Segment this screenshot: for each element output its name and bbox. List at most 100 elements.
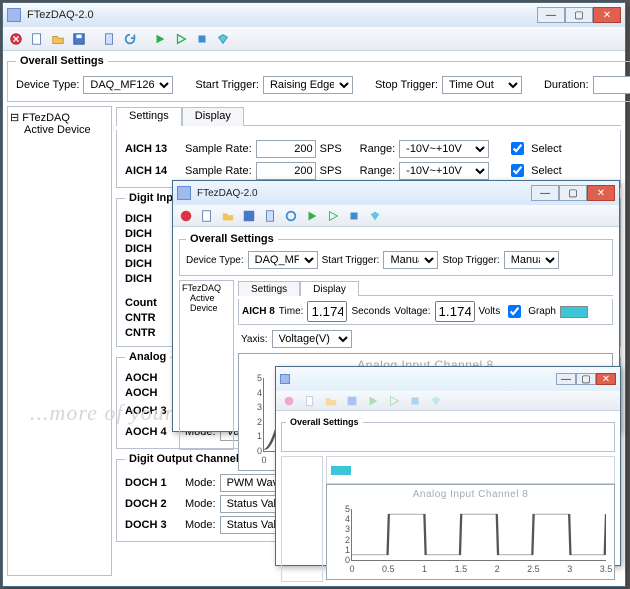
stop-trigger-select[interactable]: Time Out bbox=[442, 76, 522, 94]
tab-settings[interactable]: Settings bbox=[116, 107, 182, 126]
app-icon bbox=[177, 186, 191, 200]
device-tree[interactable]: FTezDAQ Active Device bbox=[179, 280, 234, 450]
color-swatch[interactable] bbox=[331, 466, 351, 475]
maximize-button[interactable]: ▢ bbox=[559, 185, 587, 201]
device-type-select[interactable]: DAQ_MF126 bbox=[248, 251, 318, 269]
toolbar bbox=[3, 27, 625, 51]
dich-row: DICH bbox=[125, 243, 152, 255]
stop-icon[interactable] bbox=[193, 30, 211, 48]
titlebar: — ▢ ✕ bbox=[276, 367, 620, 391]
close-button[interactable]: ✕ bbox=[587, 185, 615, 201]
open-icon[interactable] bbox=[49, 30, 67, 48]
doc-icon[interactable] bbox=[261, 207, 279, 225]
close-circle-icon[interactable] bbox=[7, 30, 25, 48]
device-type-label: Device Type: bbox=[16, 79, 79, 91]
sample-rate-input[interactable] bbox=[256, 162, 316, 180]
gem-icon[interactable] bbox=[214, 30, 232, 48]
refresh-icon[interactable] bbox=[282, 207, 300, 225]
start-trigger-select[interactable]: Manual bbox=[383, 251, 438, 269]
stop-trigger-select[interactable]: Manual bbox=[504, 251, 559, 269]
sps-unit: SPS bbox=[320, 165, 342, 177]
sample-rate-label: Sample Rate: bbox=[185, 143, 252, 155]
chart-square: Analog Input Channel 8 01234500.511.522.… bbox=[326, 484, 615, 580]
play-icon[interactable] bbox=[364, 392, 382, 410]
play-outline-icon[interactable] bbox=[324, 207, 342, 225]
tree-root[interactable]: ⊟ FTezDAQ bbox=[10, 111, 109, 124]
time-label: Time: bbox=[279, 306, 304, 317]
save-icon[interactable] bbox=[343, 392, 361, 410]
minimize-button[interactable]: — bbox=[531, 185, 559, 201]
yaxis-label: Yaxis: bbox=[241, 334, 268, 345]
save-icon[interactable] bbox=[240, 207, 258, 225]
device-tree[interactable]: ⊟ FTezDAQ Active Device bbox=[7, 106, 112, 576]
tab-display[interactable]: Display bbox=[182, 107, 244, 126]
time-unit: Seconds bbox=[351, 306, 390, 317]
close-button[interactable]: ✕ bbox=[596, 373, 616, 385]
aich-row-name: AICH 14 bbox=[125, 165, 181, 177]
sample-rate-input[interactable] bbox=[256, 140, 316, 158]
graph-checkbox[interactable] bbox=[508, 305, 521, 318]
minimize-button[interactable]: — bbox=[556, 373, 576, 385]
dich-row: DICH bbox=[125, 228, 152, 240]
gem-icon[interactable] bbox=[366, 207, 384, 225]
start-trigger-select[interactable]: Raising Edge bbox=[263, 76, 353, 94]
overall-legend: Overall Settings bbox=[186, 233, 278, 245]
cntr-row: CNTR bbox=[125, 327, 156, 339]
duration-input[interactable] bbox=[593, 76, 630, 94]
overall-settings-box: Overall Settings Device Type: DAQ_MF126 … bbox=[7, 55, 630, 102]
tab-display[interactable]: Display bbox=[300, 281, 359, 296]
stop-icon[interactable] bbox=[406, 392, 424, 410]
overall-legend: Overall Settings bbox=[286, 417, 363, 427]
device-tree[interactable] bbox=[281, 456, 323, 582]
open-icon[interactable] bbox=[219, 207, 237, 225]
graph-label: Graph bbox=[528, 306, 556, 317]
open-icon[interactable] bbox=[322, 392, 340, 410]
titlebar: FTezDAQ-2.0 — ▢ ✕ bbox=[3, 3, 625, 27]
stop-icon[interactable] bbox=[345, 207, 363, 225]
dich-row: DICH bbox=[125, 273, 152, 285]
doc-icon[interactable] bbox=[100, 30, 118, 48]
voltage-unit: Volts bbox=[479, 306, 501, 317]
voltage-input[interactable] bbox=[435, 301, 475, 322]
minimize-button[interactable]: — bbox=[537, 7, 565, 23]
maximize-button[interactable]: ▢ bbox=[565, 7, 593, 23]
window-title: FTezDAQ-2.0 bbox=[197, 188, 531, 199]
mode-label: Mode: bbox=[185, 519, 216, 531]
yaxis-select[interactable]: Voltage(V) bbox=[272, 330, 352, 348]
color-swatch[interactable] bbox=[560, 306, 588, 318]
play-outline-icon[interactable] bbox=[172, 30, 190, 48]
app-icon bbox=[280, 374, 290, 384]
play-icon[interactable] bbox=[303, 207, 321, 225]
range-label: Range: bbox=[360, 165, 395, 177]
toolbar bbox=[276, 391, 620, 411]
gem-icon[interactable] bbox=[427, 392, 445, 410]
range-select[interactable]: -10V~+10V bbox=[399, 140, 489, 158]
range-label: Range: bbox=[360, 143, 395, 155]
tab-settings[interactable]: Settings bbox=[238, 281, 300, 296]
refresh-icon[interactable] bbox=[121, 30, 139, 48]
duration-label: Duration: bbox=[544, 79, 589, 91]
tree-child[interactable]: Active Device bbox=[24, 124, 109, 136]
new-icon[interactable] bbox=[198, 207, 216, 225]
new-icon[interactable] bbox=[28, 30, 46, 48]
close-button[interactable]: ✕ bbox=[593, 7, 621, 23]
range-select[interactable]: -10V~+10V bbox=[399, 162, 489, 180]
device-type-select[interactable]: DAQ_MF126 bbox=[83, 76, 173, 94]
select-checkbox[interactable] bbox=[511, 142, 524, 155]
select-checkbox[interactable] bbox=[511, 164, 524, 177]
dich-row: DICH bbox=[125, 258, 152, 270]
voltage-label: Voltage: bbox=[394, 306, 430, 317]
close-circle-icon[interactable] bbox=[177, 207, 195, 225]
close-circle-icon[interactable] bbox=[280, 392, 298, 410]
app-icon bbox=[7, 8, 21, 22]
select-label: Select bbox=[531, 165, 562, 177]
play-outline-icon[interactable] bbox=[385, 392, 403, 410]
select-label: Select bbox=[531, 143, 562, 155]
play-icon[interactable] bbox=[151, 30, 169, 48]
new-icon[interactable] bbox=[301, 392, 319, 410]
save-icon[interactable] bbox=[70, 30, 88, 48]
doch-row: DOCH 1 bbox=[125, 477, 181, 489]
maximize-button[interactable]: ▢ bbox=[576, 373, 596, 385]
time-input[interactable] bbox=[307, 301, 347, 322]
count-label: Count bbox=[125, 297, 157, 309]
